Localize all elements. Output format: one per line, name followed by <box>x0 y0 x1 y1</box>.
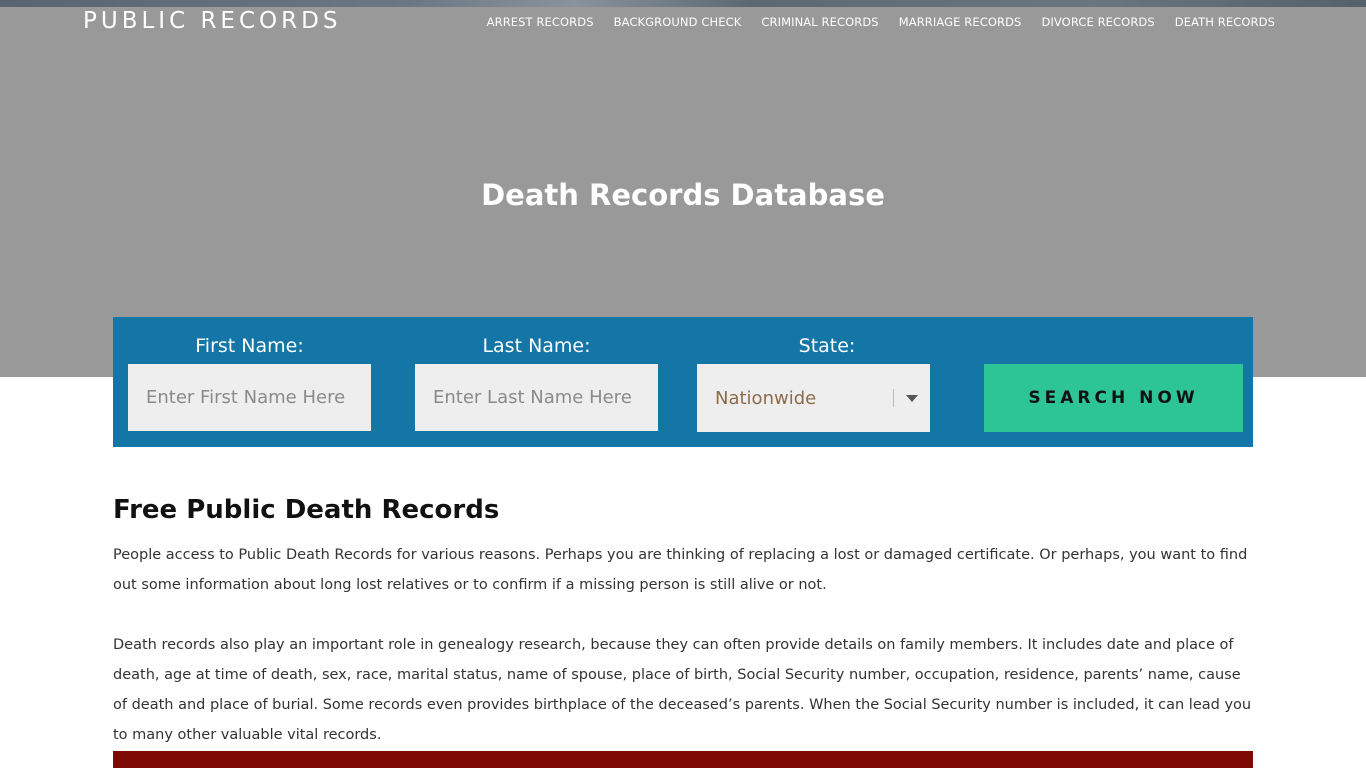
state-selected-value: Nationwide <box>715 387 817 409</box>
search-form: First Name: Last Name: State: Nationwide… <box>113 317 1253 447</box>
nav-divorce-records[interactable]: DIVORCE RECORDS <box>1041 15 1154 29</box>
main-nav: ARREST RECORDS BACKGROUND CHECK CRIMINAL… <box>487 15 1275 29</box>
first-name-label: First Name: <box>195 335 304 357</box>
nav-death-records[interactable]: DEATH RECORDS <box>1175 15 1275 29</box>
last-name-input[interactable] <box>415 364 658 431</box>
select-separator <box>893 389 894 407</box>
last-name-label: Last Name: <box>482 335 591 357</box>
chevron-down-icon[interactable] <box>906 394 918 402</box>
page-title: Death Records Database <box>481 178 885 212</box>
nav-criminal-records[interactable]: CRIMINAL RECORDS <box>761 15 878 29</box>
nav-background-check[interactable]: BACKGROUND CHECK <box>614 15 742 29</box>
promo-banner <box>113 751 1253 768</box>
state-select[interactable]: Nationwide <box>697 364 930 432</box>
state-label: State: <box>798 335 856 357</box>
section-heading: Free Public Death Records <box>113 495 500 525</box>
search-now-button[interactable]: SEARCH NOW <box>984 364 1243 432</box>
first-name-input[interactable] <box>128 364 371 431</box>
nav-marriage-records[interactable]: MARRIAGE RECORDS <box>899 15 1022 29</box>
intro-paragraph: People access to Public Death Records fo… <box>113 547 1248 593</box>
hero-top-image-strip <box>0 0 1366 7</box>
main-content: Free Public Death Records People access … <box>113 495 1253 768</box>
site-logo[interactable]: PUBLIC RECORDS <box>83 8 341 34</box>
nav-arrest-records[interactable]: ARREST RECORDS <box>487 15 594 29</box>
details-paragraph: Death records also play an important rol… <box>113 637 1252 743</box>
